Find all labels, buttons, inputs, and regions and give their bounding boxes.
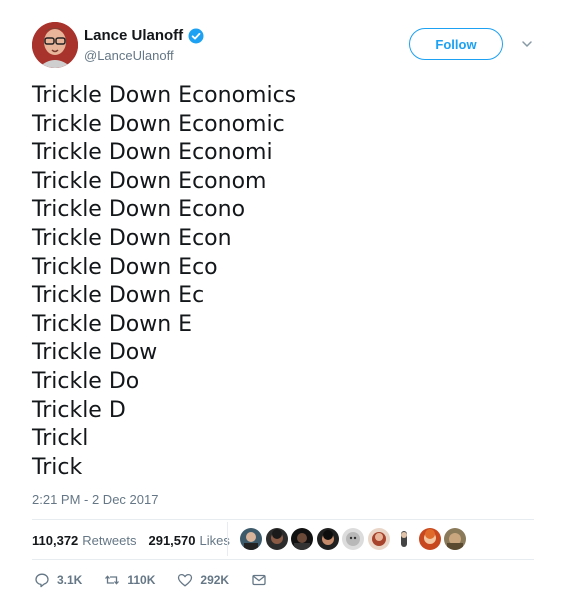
retweets-label: Retweets <box>82 533 137 548</box>
retweets-count: 110,372 <box>32 533 79 548</box>
like-count: 292K <box>200 573 230 587</box>
like-button[interactable]: 292K <box>177 572 229 588</box>
tweet-line: Trickle Down Economi <box>32 140 273 166</box>
tweet-line: Trickle Down Econom <box>32 168 267 194</box>
tweet-line: Trickle Down Econ <box>32 225 232 251</box>
tweet-line: Trickle Down E <box>32 311 193 337</box>
liker-avatars <box>240 528 470 550</box>
liker-avatar[interactable] <box>265 528 288 550</box>
tweet-line: Trickle D <box>32 397 126 423</box>
liker-avatar[interactable] <box>291 528 313 550</box>
liker-avatar[interactable] <box>367 528 390 550</box>
tweet-line: Trickle Down Eco <box>32 254 218 280</box>
retweet-icon <box>105 575 120 585</box>
liker-avatar[interactable] <box>444 528 466 550</box>
likes-stat[interactable]: 291,570 Likes <box>148 533 229 548</box>
tweet-line: Trickle Dow <box>32 340 158 366</box>
tweet-actions: 3.1K 110K 292K <box>34 572 289 588</box>
verified-badge-icon <box>188 28 204 43</box>
divider <box>32 519 534 520</box>
tweet-line: Trickle Do <box>32 368 140 394</box>
follow-button[interactable]: Follow <box>409 28 503 60</box>
liker-avatar[interactable] <box>240 528 262 550</box>
heart-icon <box>178 573 193 587</box>
direct-message-button[interactable] <box>251 572 267 588</box>
envelope-icon <box>252 574 266 586</box>
author-handle[interactable]: @LanceUlanoff <box>84 48 174 63</box>
tweet-line: Trickle Down Economic <box>32 111 285 137</box>
divider <box>32 559 534 560</box>
tweet-card: Lance Ulanoff @LanceUlanoff Follow Trick… <box>0 0 564 613</box>
tweet-line: Trickle Down Ec <box>32 283 205 309</box>
engagement-stats: 110,372 Retweets 291,570 Likes <box>32 533 230 548</box>
chevron-down-icon[interactable] <box>520 37 534 51</box>
reply-button[interactable]: 3.1K <box>34 572 82 588</box>
tweet-line: Trickle Down Econo <box>32 197 246 223</box>
author-name-row[interactable]: Lance Ulanoff <box>84 27 204 44</box>
author-display-name[interactable]: Lance Ulanoff <box>84 27 183 44</box>
likes-count: 291,570 <box>148 533 196 548</box>
likes-label: Likes <box>199 533 230 548</box>
liker-avatar[interactable] <box>342 528 364 550</box>
liker-avatar[interactable] <box>393 528 415 550</box>
tweet-line: Trickl <box>32 426 89 452</box>
tweet-timestamp[interactable]: 2:21 PM - 2 Dec 2017 <box>32 492 158 507</box>
reply-icon <box>35 573 49 588</box>
stats-separator <box>227 522 228 556</box>
reply-count: 3.1K <box>57 573 83 587</box>
retweet-button[interactable]: 110K <box>104 572 155 588</box>
author-avatar[interactable] <box>32 22 78 68</box>
tweet-line: Trickle Down Economics <box>32 83 297 108</box>
liker-avatar[interactable] <box>418 528 441 550</box>
tweet-text: Trickle Down Economics Trickle Down Econ… <box>32 82 532 482</box>
retweet-count: 110K <box>127 573 156 587</box>
tweet-line: Trick <box>32 454 83 480</box>
retweets-stat[interactable]: 110,372 Retweets <box>32 533 136 548</box>
liker-avatar[interactable] <box>316 528 339 550</box>
